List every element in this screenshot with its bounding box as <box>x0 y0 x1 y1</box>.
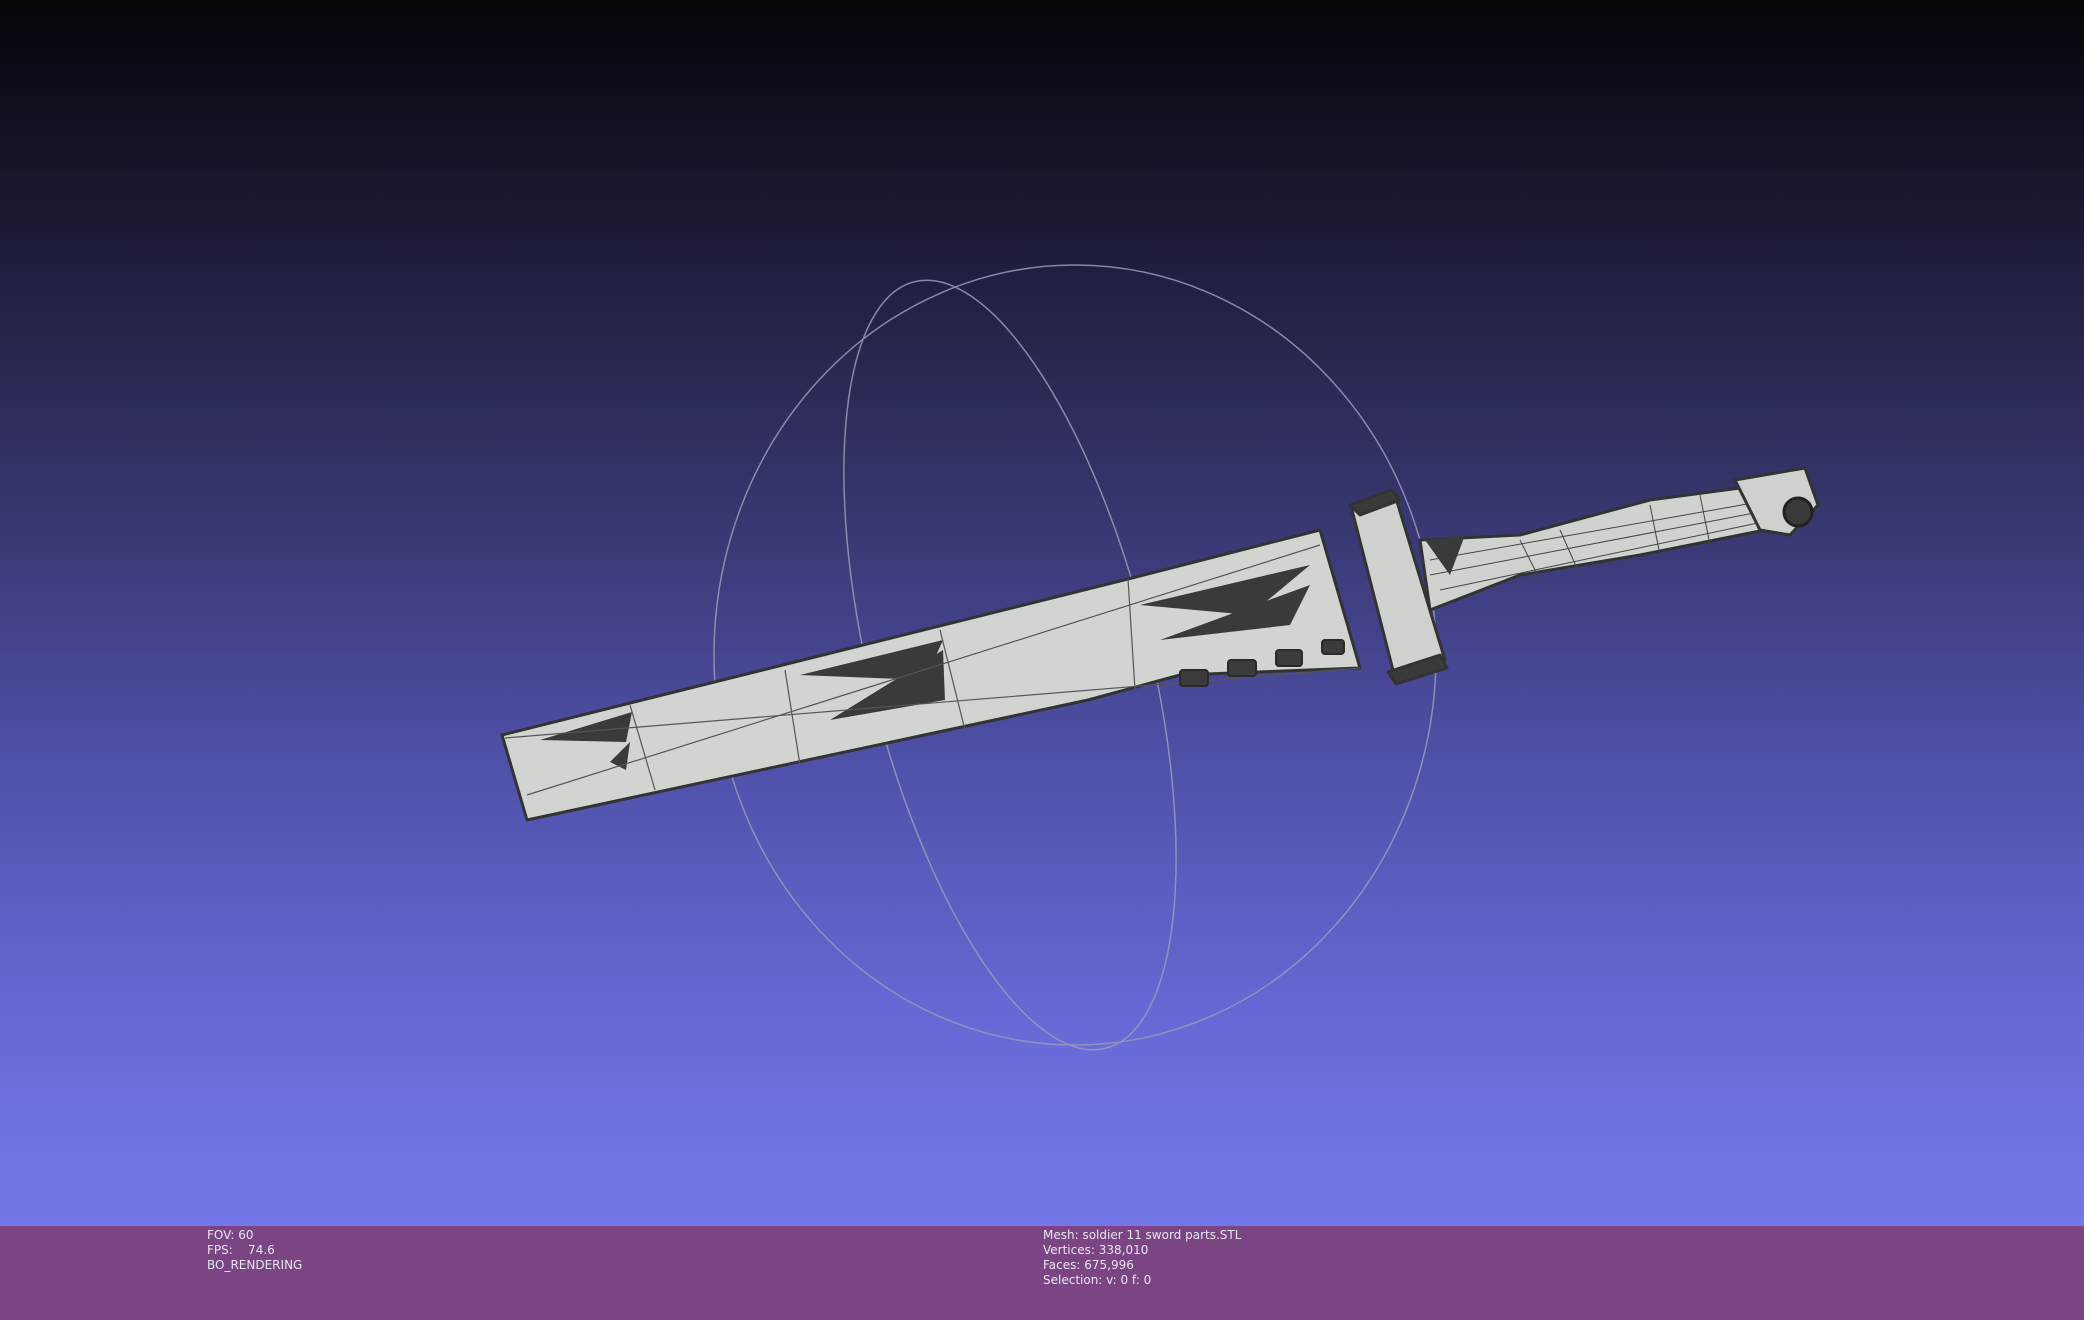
fps-readout: FPS: 74.6 <box>207 1243 275 1257</box>
render-info: FOV: 60 FPS: 74.6 BO_RENDERING <box>207 1228 302 1273</box>
mesh-scene[interactable] <box>0 0 2084 1226</box>
render-mode-readout: BO_RENDERING <box>207 1258 303 1272</box>
3d-viewport[interactable] <box>0 0 2084 1226</box>
faces-readout: Faces: 675,996 <box>1043 1258 1134 1272</box>
status-bar: FOV: 60 FPS: 74.6 BO_RENDERING Mesh: sol… <box>0 1226 2084 1320</box>
fov-readout: FOV: 60 <box>207 1228 254 1242</box>
mesh-info: Mesh: soldier 11 sword parts.STL Vertice… <box>1043 1228 1241 1288</box>
sword-mesh[interactable] <box>500 466 1820 822</box>
vertices-readout: Vertices: 338,010 <box>1043 1243 1149 1257</box>
mesh-name-readout: Mesh: soldier 11 sword parts.STL <box>1043 1228 1242 1242</box>
sword-handle <box>1418 480 1777 612</box>
selection-readout: Selection: v: 0 f: 0 <box>1043 1273 1152 1287</box>
pommel-ring <box>1782 496 1814 528</box>
